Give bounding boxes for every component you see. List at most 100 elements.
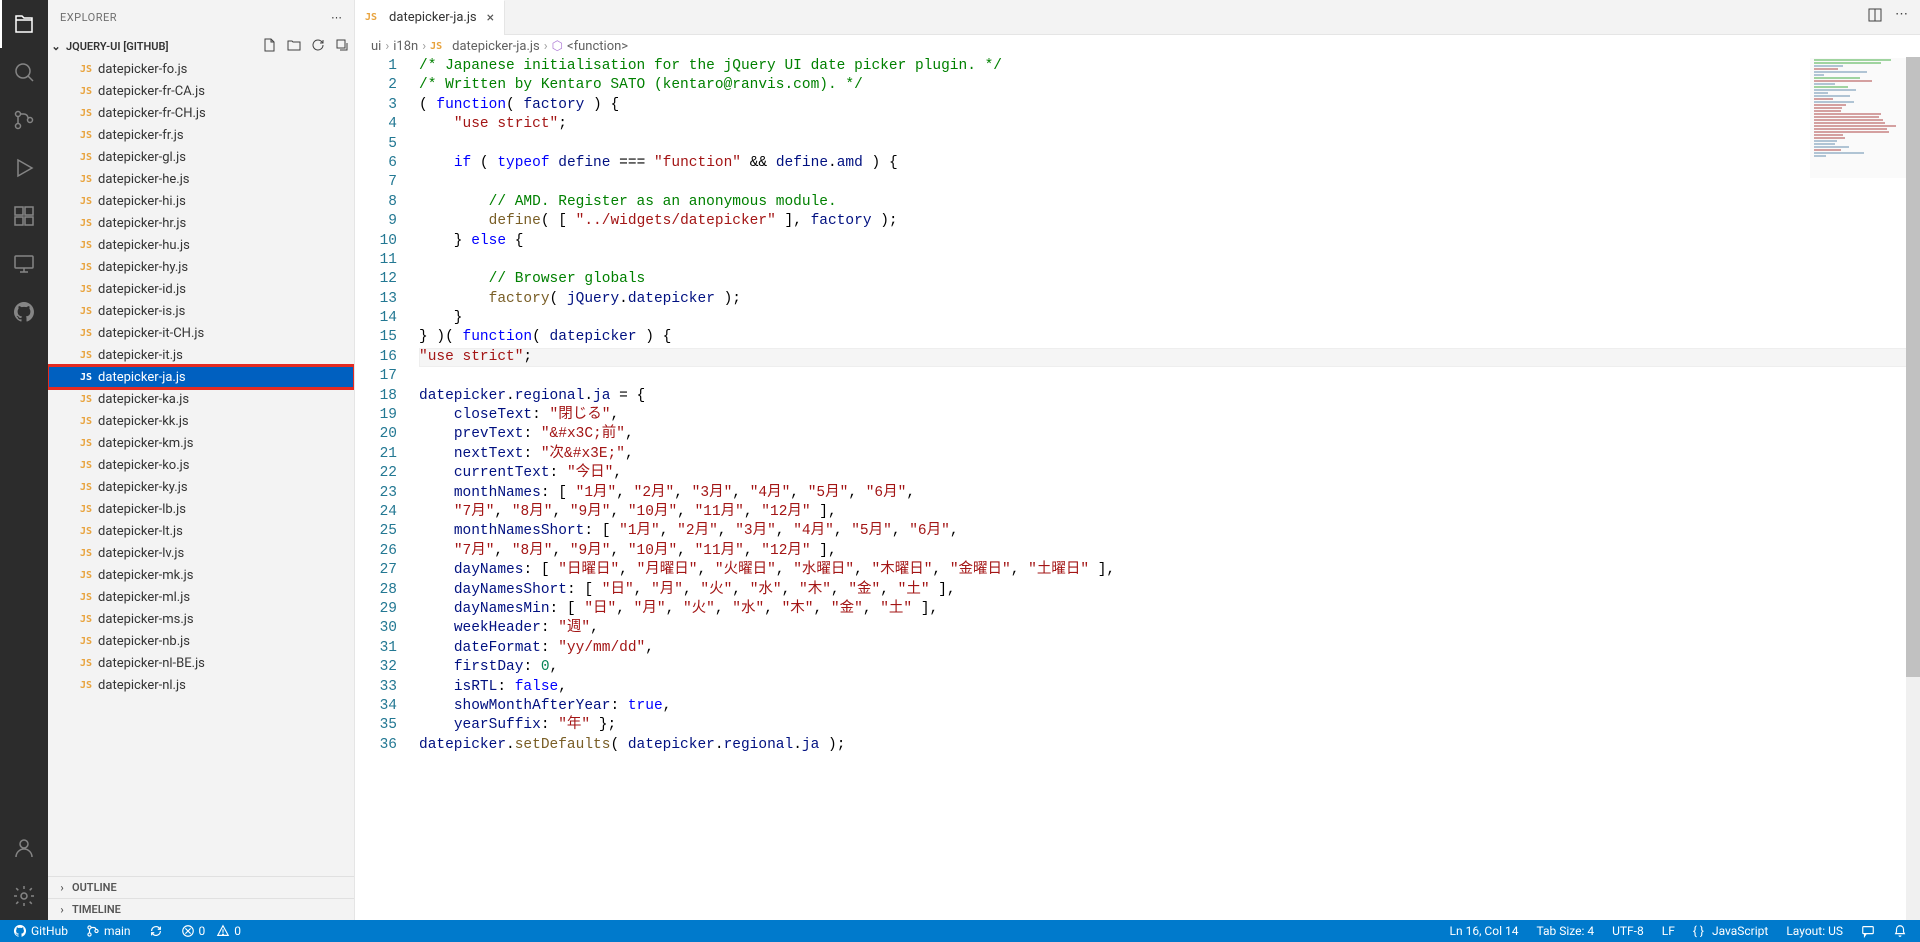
file-item[interactable]: JSdatepicker-fr-CA.js xyxy=(48,80,354,102)
split-editor-icon[interactable] xyxy=(1867,7,1883,27)
file-item[interactable]: JS datepicker-is.js xyxy=(48,300,354,322)
search-icon[interactable] xyxy=(0,48,48,96)
minimap[interactable] xyxy=(1810,58,1906,178)
status-encoding[interactable]: UTF-8 xyxy=(1607,924,1649,938)
file-item[interactable]: JSdatepicker-id.js xyxy=(48,278,354,300)
file-label: datepicker-nl.js xyxy=(98,678,186,693)
status-language[interactable]: { }JavaScript xyxy=(1688,924,1773,938)
js-file-icon: JS xyxy=(80,174,92,185)
status-layout[interactable]: Layout: US xyxy=(1781,924,1848,938)
js-file-icon: JS xyxy=(80,108,92,119)
status-cursor[interactable]: Ln 16, Col 14 xyxy=(1445,924,1524,938)
accounts-icon[interactable] xyxy=(0,824,48,872)
file-tree[interactable]: JSdatepicker-fo.jsJSdatepicker-fr-CA.jsJ… xyxy=(48,58,354,876)
file-item[interactable]: JSdatepicker-kk.js xyxy=(48,410,354,432)
file-item[interactable]: JSdatepicker-hy.js xyxy=(48,256,354,278)
file-label: datepicker-hr.js xyxy=(98,216,186,231)
tab-bar: JS datepicker-ja.js × ⋯ xyxy=(355,0,1920,35)
js-file-icon: JS xyxy=(80,284,92,295)
chevron-right-icon: › xyxy=(56,881,68,894)
file-item[interactable]: JS datepicker-fo.js xyxy=(48,58,354,80)
js-file-icon: JS xyxy=(80,394,92,405)
file-label: datepicker-km.js xyxy=(98,436,193,451)
js-file-icon: JS xyxy=(80,328,92,339)
tab-datepicker-ja[interactable]: JS datepicker-ja.js × xyxy=(355,0,505,35)
scrollbar-vertical[interactable] xyxy=(1906,57,1920,920)
remote-explorer-icon[interactable] xyxy=(0,240,48,288)
file-label: datepicker-he.js xyxy=(98,172,189,187)
file-item[interactable]: JSdatepicker-hi.js xyxy=(48,190,354,212)
explorer-icon[interactable] xyxy=(0,0,48,48)
file-item[interactable]: JSdatepicker-fr-CH.js xyxy=(48,102,354,124)
new-folder-icon[interactable] xyxy=(286,37,302,56)
file-item[interactable]: JSdatepicker-lt.js xyxy=(48,520,354,542)
status-github[interactable]: GitHub xyxy=(8,924,73,938)
sidebar-title: EXPLORER xyxy=(60,11,117,24)
file-item[interactable]: JSdatepicker-nb.js xyxy=(48,630,354,652)
file-label: datepicker-fr.js xyxy=(98,128,184,143)
extensions-icon[interactable] xyxy=(0,192,48,240)
status-problems[interactable]: 0 0 xyxy=(176,924,246,938)
folder-header[interactable]: ⌄ JQUERY-UI [GITHUB] xyxy=(48,35,354,58)
file-label: datepicker-ja.js xyxy=(98,370,186,385)
status-feedback[interactable] xyxy=(1856,924,1880,938)
status-eol[interactable]: LF xyxy=(1657,924,1680,938)
file-label: datepicker-is.js xyxy=(98,304,185,319)
file-item[interactable]: JS datepicker-hr.js xyxy=(48,212,354,234)
status-bar: GitHub main 0 0 Ln 16, Col 14 Tab Size: … xyxy=(0,920,1920,942)
file-item[interactable]: JSdatepicker-mk.js xyxy=(48,564,354,586)
status-notifications[interactable] xyxy=(1888,924,1912,938)
more-actions-icon[interactable]: ⋯ xyxy=(1895,7,1908,27)
file-item[interactable]: JSdatepicker-ky.js xyxy=(48,476,354,498)
run-debug-icon[interactable] xyxy=(0,144,48,192)
code-editor[interactable]: 1234567891011121314151617181920212223242… xyxy=(355,57,1920,920)
status-sync[interactable] xyxy=(144,924,168,938)
timeline-section[interactable]: ›TIMELINE xyxy=(48,898,354,920)
file-item[interactable]: JS datepicker-hu.js xyxy=(48,234,354,256)
js-file-icon: JS xyxy=(80,416,92,427)
sidebar-more-button[interactable]: ⋯ xyxy=(331,11,342,24)
file-item[interactable]: JSdatepicker-ms.js xyxy=(48,608,354,630)
status-tabsize[interactable]: Tab Size: 4 xyxy=(1531,924,1599,938)
js-file-icon: JS xyxy=(80,218,92,229)
activity-bar xyxy=(0,0,48,920)
refresh-icon[interactable] xyxy=(310,37,326,56)
file-item[interactable]: JSdatepicker-lb.js xyxy=(48,498,354,520)
file-item[interactable]: JSdatepicker-nl-BE.js xyxy=(48,652,354,674)
new-file-icon[interactable] xyxy=(262,37,278,56)
file-item[interactable]: JSdatepicker-lv.js xyxy=(48,542,354,564)
file-item[interactable]: JSdatepicker-nl.js xyxy=(48,674,354,696)
file-label: datepicker-nl-BE.js xyxy=(98,656,205,671)
file-item[interactable]: JSdatepicker-fr.js xyxy=(48,124,354,146)
js-file-icon: JS xyxy=(80,240,92,251)
source-control-icon[interactable] xyxy=(0,96,48,144)
file-item[interactable]: JSdatepicker-ka.js xyxy=(48,388,354,410)
file-label: datepicker-lv.js xyxy=(98,546,184,561)
file-item[interactable]: JSdatepicker-gl.js xyxy=(48,146,354,168)
file-item[interactable]: JSdatepicker-ml.js xyxy=(48,586,354,608)
file-item[interactable]: JSdatepicker-ja.js xyxy=(48,366,354,388)
settings-icon[interactable] xyxy=(0,872,48,920)
file-item[interactable]: JSdatepicker-it.js xyxy=(48,344,354,366)
outline-section[interactable]: ›OUTLINE xyxy=(48,876,354,898)
js-file-icon: JS xyxy=(80,504,92,515)
breadcrumb[interactable]: ui› i18n› JS datepicker-ja.js› ⬡ <functi… xyxy=(355,35,1920,57)
file-item[interactable]: JS datepicker-he.js xyxy=(48,168,354,190)
file-item[interactable]: JSdatepicker-ko.js xyxy=(48,454,354,476)
github-icon[interactable] xyxy=(0,288,48,336)
file-item[interactable]: JSdatepicker-km.js xyxy=(48,432,354,454)
file-item[interactable]: JSdatepicker-it-CH.js xyxy=(48,322,354,344)
status-branch[interactable]: main xyxy=(81,924,136,938)
js-file-icon: JS xyxy=(80,64,92,75)
file-label: datepicker-fo.js xyxy=(98,62,187,77)
file-label: datepicker-hu.js xyxy=(98,238,190,253)
js-file-icon: JS xyxy=(80,350,92,361)
scrollbar-thumb[interactable] xyxy=(1906,57,1920,677)
js-file-icon: JS xyxy=(430,41,442,52)
folder-name: JQUERY-UI [GITHUB] xyxy=(66,40,169,53)
function-icon: ⬡ xyxy=(552,39,563,54)
file-label: datepicker-hi.js xyxy=(98,194,186,209)
close-icon[interactable]: × xyxy=(487,10,494,26)
collapse-all-icon[interactable] xyxy=(334,37,350,56)
js-file-icon: JS xyxy=(80,306,92,317)
